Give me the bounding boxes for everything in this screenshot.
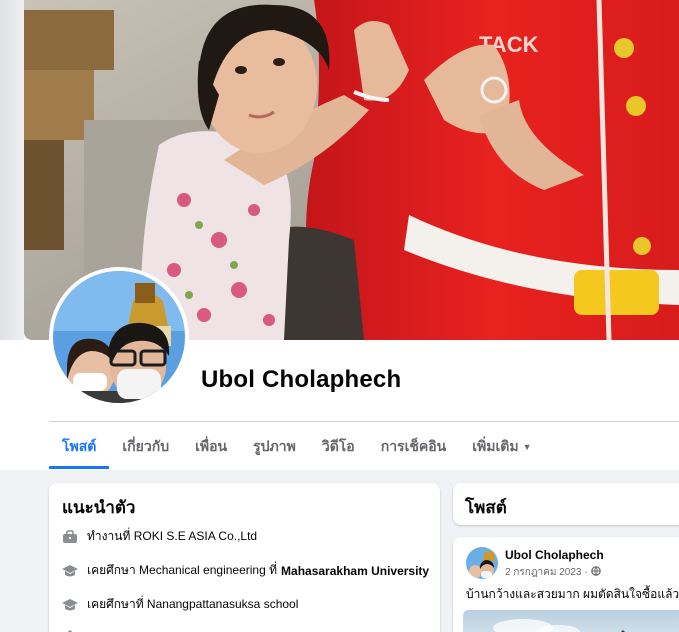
intro-title: แนะนำตัว	[62, 498, 136, 517]
tab-friends[interactable]: เพื่อน	[182, 423, 240, 469]
intro-card: แนะนำตัว ทำงานที่ ROKI S.E ASIA Co.,Ltd …	[49, 483, 440, 632]
intro-item-text: เคยศึกษาที่ Nanangpattanasuksa school	[87, 597, 299, 611]
intro-item-education: เคยศึกษา Mechanical engineering ที่ Maha…	[61, 561, 429, 580]
intro-item-link[interactable]: Mahasarakham University	[281, 564, 429, 578]
graduation-cap-icon	[61, 596, 79, 614]
post-text: บ้านกว้างและสวยมาก ผมตัดสินใจซื้อแล้วครั…	[466, 587, 679, 601]
intro-item-work: ทำงานที่ ROKI S.E ASIA Co.,Ltd	[61, 527, 257, 546]
header-divider	[49, 421, 679, 422]
post-author-avatar[interactable]	[466, 547, 498, 579]
intro-item-school: เคยศึกษาที่ Nanangpattanasuksa school	[61, 595, 298, 614]
post-card: Ubol Cholaphech 2 กรกฎาคม 2023 · บ้านกว้…	[453, 537, 679, 632]
globe-icon	[590, 566, 601, 579]
post-image[interactable]	[463, 610, 679, 632]
tab-photos[interactable]: รูปภาพ	[240, 423, 309, 469]
profile-tabs: โพสต์ เกี่ยวกับ เพื่อน รูปภาพ วิดีโอ การ…	[49, 423, 545, 469]
post-meta: 2 กรกฎาคม 2023 ·	[505, 565, 601, 580]
intro-item-more	[61, 627, 87, 632]
profile-name: Ubol Cholaphech	[201, 366, 402, 393]
caret-down-icon: ▼	[522, 442, 532, 452]
posts-header-card: โพสต์	[453, 483, 679, 525]
briefcase-icon	[61, 528, 79, 546]
tab-videos[interactable]: วิดีโอ	[309, 423, 368, 469]
left-edge	[0, 0, 24, 340]
home-icon	[61, 627, 79, 632]
tab-more[interactable]: เพิ่มเติม ▼	[459, 423, 544, 469]
profile-header: TACK Ubol Cholaphech โพสต์ เกี่ยวกับ เพื…	[0, 0, 679, 470]
graduation-cap-icon	[61, 562, 79, 580]
tab-checkins[interactable]: การเช็คอิน	[368, 423, 460, 469]
intro-item-text: เคยศึกษา Mechanical engineering ที่	[87, 563, 278, 577]
tab-posts[interactable]: โพสต์	[49, 423, 110, 469]
profile-avatar[interactable]	[49, 267, 189, 407]
intro-item-text: ทำงานที่ ROKI S.E ASIA Co.,Ltd	[87, 529, 258, 543]
posts-title: โพสต์	[465, 498, 507, 517]
post-date[interactable]: 2 กรกฎาคม 2023 ·	[505, 565, 588, 580]
tab-about[interactable]: เกี่ยวกับ	[109, 423, 182, 469]
post-author-name[interactable]: Ubol Cholaphech	[505, 548, 604, 562]
